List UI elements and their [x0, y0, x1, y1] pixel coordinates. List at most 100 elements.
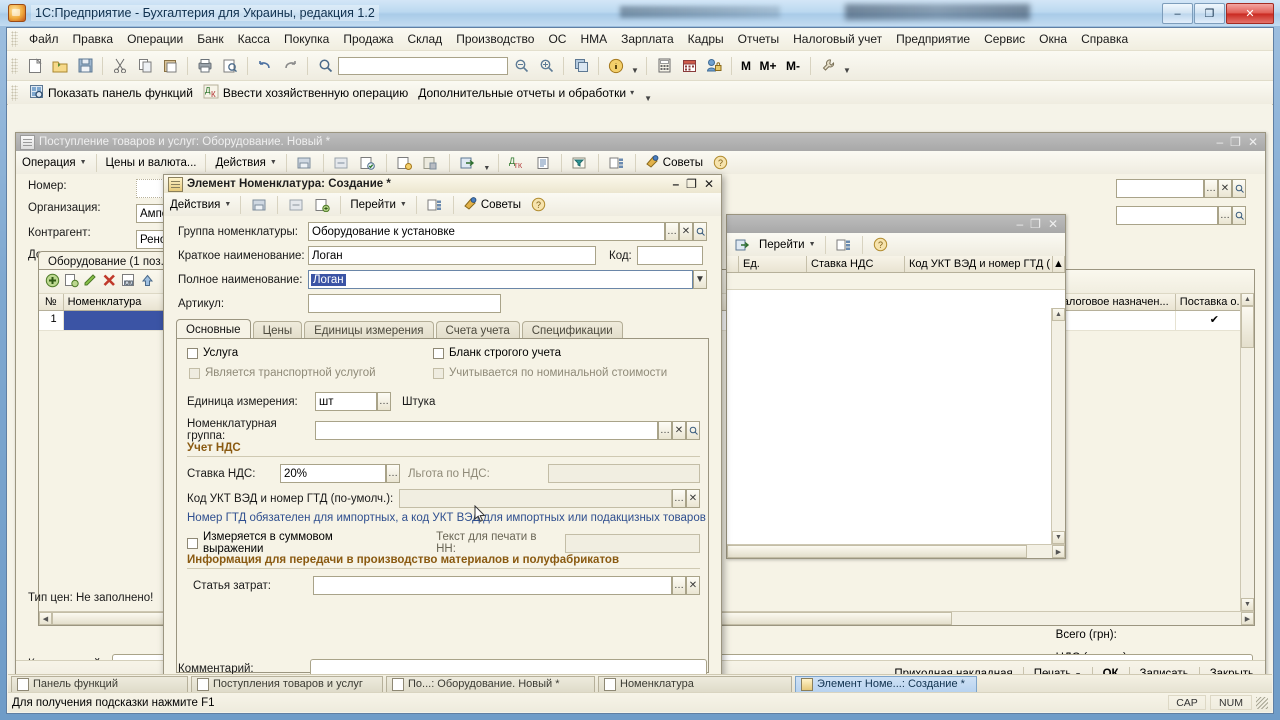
- move-up-icon[interactable]: [140, 273, 155, 291]
- user-lock-icon[interactable]: [702, 54, 726, 77]
- edit-row-icon[interactable]: [83, 273, 98, 291]
- grid-scroll-down-button[interactable]: ▼: [1241, 598, 1254, 611]
- menu-item-file[interactable]: Файл: [22, 30, 66, 48]
- menu-item-tax[interactable]: Налоговый учет: [786, 30, 889, 48]
- menu-item-help[interactable]: Справка: [1074, 30, 1135, 48]
- print-preview-icon[interactable]: [218, 54, 242, 77]
- tab-units[interactable]: Единицы измерения: [304, 321, 434, 339]
- save-and-close-icon[interactable]: [247, 193, 271, 216]
- fill-icon[interactable]: ОК: [121, 273, 136, 291]
- document-right-field-1-select[interactable]: …: [1204, 179, 1218, 198]
- memory-add-button[interactable]: M+: [756, 54, 780, 77]
- unit-input[interactable]: шт: [315, 392, 377, 411]
- chevron-down-icon[interactable]: ▼: [400, 201, 407, 208]
- cut-icon[interactable]: [108, 54, 132, 77]
- document-right-field-1[interactable]: [1116, 179, 1204, 198]
- nom-sort-indicator[interactable]: ▲: [1053, 256, 1065, 272]
- minimize-button[interactable]: –: [1162, 3, 1193, 24]
- search-input[interactable]: [338, 56, 508, 75]
- checkbox-sum-measure[interactable]: Измеряется в суммовом выражении: [187, 531, 396, 555]
- nomenclature-horizontal-scrollbar[interactable]: ▶: [727, 544, 1065, 558]
- extra-reports-button[interactable]: Дополнительные отчеты и обработки ▾: [415, 85, 637, 101]
- grid-scroll-left-button[interactable]: ◀: [39, 612, 52, 625]
- tab-accounts[interactable]: Счета учета: [435, 321, 520, 339]
- dialog-tips-button[interactable]: Советы: [460, 195, 524, 214]
- nomenclature-close-button[interactable]: ✕: [1048, 218, 1058, 230]
- tab-main[interactable]: Основные: [176, 319, 251, 339]
- menu-item-service[interactable]: Сервис: [977, 30, 1032, 48]
- resize-grip[interactable]: [1256, 696, 1268, 709]
- nom-col-vat[interactable]: Ставка НДС: [807, 256, 905, 272]
- document-right-field-1-open[interactable]: [1232, 179, 1246, 198]
- group-open-button[interactable]: [693, 222, 707, 241]
- vat-rate-select-button[interactable]: …: [386, 464, 400, 483]
- nom-hscroll-thumb[interactable]: [727, 545, 1027, 558]
- close-button[interactable]: ✕: [1226, 3, 1274, 24]
- dialog-comment-input[interactable]: [310, 659, 707, 675]
- save-icon[interactable]: [73, 54, 97, 77]
- structure-icon[interactable]: [423, 193, 447, 216]
- taskbar-item-receipts[interactable]: Поступления товаров и услуг: [191, 675, 383, 693]
- zoom-find-icon[interactable]: [509, 54, 533, 77]
- vat-rate-input[interactable]: 20%: [280, 464, 386, 483]
- ukt-clear-button[interactable]: ✕: [686, 489, 700, 508]
- write-new-icon[interactable]: [310, 193, 334, 216]
- nom-scroll-right-button[interactable]: ▶: [1052, 545, 1065, 558]
- chevron-down-icon[interactable]: ▾: [630, 88, 634, 97]
- prices-currency-button[interactable]: Цены и валюта...: [103, 156, 200, 170]
- help-icon[interactable]: ?: [526, 193, 550, 216]
- menu-item-production[interactable]: Производство: [449, 30, 541, 48]
- nom-col-unit[interactable]: Ед.: [739, 256, 807, 272]
- row-tax-purpose-cell[interactable]: [1051, 311, 1176, 330]
- menu-item-operations[interactable]: Операции: [120, 30, 190, 48]
- document-right-field-2-open[interactable]: [1232, 206, 1246, 225]
- article-input[interactable]: [308, 294, 501, 313]
- help-icon[interactable]: ?: [708, 151, 732, 174]
- calendar-icon[interactable]: [677, 54, 701, 77]
- undo-icon[interactable]: [253, 54, 277, 77]
- redo-icon[interactable]: [278, 54, 302, 77]
- checkbox-service-box[interactable]: [187, 347, 198, 359]
- goto-icon[interactable]: [456, 151, 480, 174]
- taskbar-item-nomenclature[interactable]: Номенклатура: [598, 675, 792, 693]
- refresh-icon[interactable]: [330, 151, 354, 174]
- full-name-input[interactable]: Логан: [311, 273, 346, 286]
- dialog-goto-button[interactable]: Перейти ▼: [347, 198, 410, 212]
- tab-specs[interactable]: Спецификации: [521, 321, 623, 339]
- zoom-find-next-icon[interactable]: [534, 54, 558, 77]
- dialog-minimize-button[interactable]: –: [672, 178, 679, 190]
- checkbox-sum-measure-box[interactable]: [187, 537, 198, 549]
- paste-icon[interactable]: [158, 54, 182, 77]
- nomenclature-goto-button[interactable]: Перейти ▼: [756, 238, 819, 252]
- nomenclature-maximize-button[interactable]: ❐: [1030, 218, 1041, 230]
- copy-row-icon[interactable]: [64, 273, 79, 291]
- dialog-maximize-button[interactable]: ❐: [686, 178, 697, 190]
- nom-group-open-button[interactable]: [686, 420, 700, 440]
- nomenclature-minimize-button[interactable]: –: [1016, 218, 1023, 230]
- nom-scroll-down-button[interactable]: ▼: [1052, 531, 1065, 544]
- settings-list-icon[interactable]: [832, 233, 856, 256]
- document-minimize-button[interactable]: –: [1216, 136, 1223, 148]
- save-doc-icon[interactable]: [293, 151, 317, 174]
- menu-item-cash[interactable]: Касса: [231, 30, 277, 48]
- dt-kt-icon[interactable]: ДтК: [505, 151, 529, 174]
- help-icon[interactable]: ?: [869, 233, 893, 256]
- nom-group-input[interactable]: [315, 420, 658, 440]
- chevron-down-icon[interactable]: ▼: [270, 159, 277, 166]
- nom-col-ukt[interactable]: Код УКТ ВЭД и номер ГТД (: [905, 256, 1053, 272]
- group-input[interactable]: Оборудование к установке: [308, 222, 665, 241]
- grid-scroll-thumb[interactable]: [1241, 306, 1254, 348]
- menu-item-nma[interactable]: НМА: [573, 30, 614, 48]
- nomenclature-vertical-scrollbar[interactable]: ▲ ▼: [1051, 308, 1065, 544]
- maximize-button[interactable]: ❐: [1194, 3, 1225, 24]
- taskbar-item-functions-panel[interactable]: Панель функций: [11, 675, 188, 693]
- dialog-close-button[interactable]: ✕: [704, 178, 714, 190]
- post-and-close-icon[interactable]: [393, 151, 417, 174]
- wrench-icon[interactable]: [816, 54, 840, 77]
- delete-row-icon[interactable]: [102, 273, 117, 291]
- menu-item-reports[interactable]: Отчеты: [731, 30, 786, 48]
- grid-col-num[interactable]: №: [39, 294, 64, 310]
- settings-list-icon[interactable]: [605, 151, 629, 174]
- functions-toolbar-overflow-caret[interactable]: ▼: [641, 93, 655, 104]
- document-right-field-1-clear[interactable]: ✕: [1218, 179, 1232, 198]
